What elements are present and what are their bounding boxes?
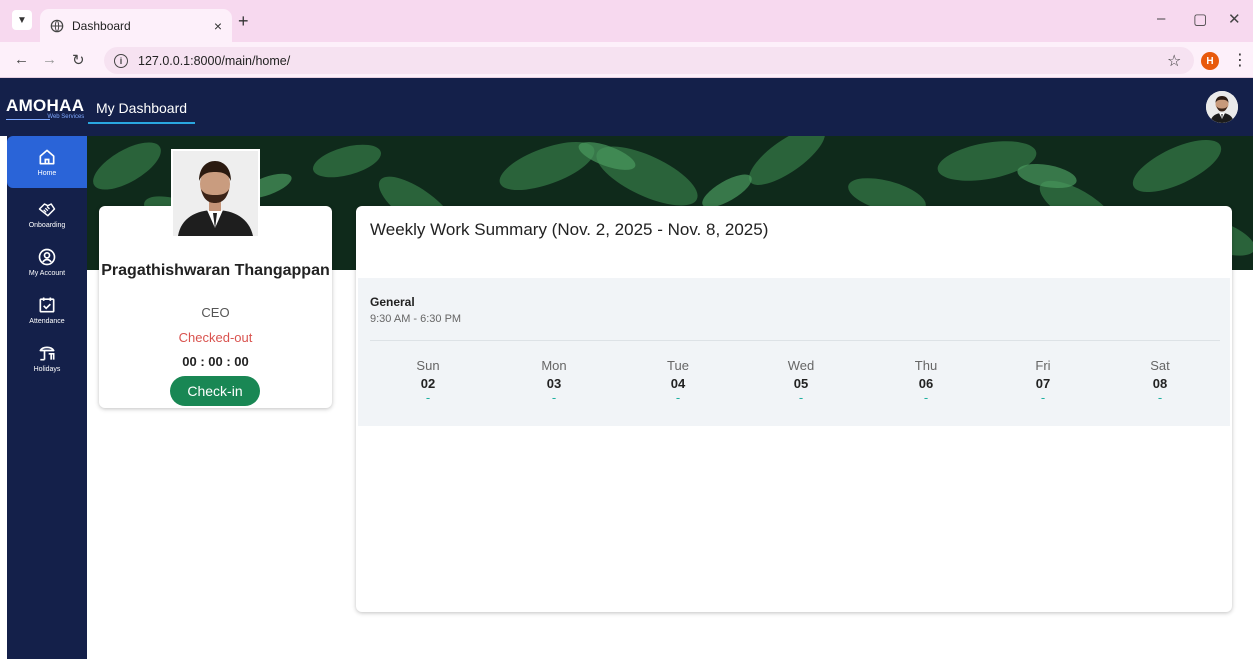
checkin-status: Checked-out (178, 330, 253, 345)
reload-icon[interactable]: ↻ (72, 51, 85, 69)
shift-name: General (370, 295, 415, 309)
day-column-sat: Sat 08 - (1130, 358, 1190, 405)
site-info-icon[interactable]: i (114, 53, 128, 68)
day-date: 05 (793, 376, 809, 391)
day-date: 02 (420, 376, 436, 391)
url-text: 127.0.0.1:8000/main/home/ (138, 53, 291, 68)
day-hours: - (675, 390, 681, 405)
bookmark-star-icon[interactable]: ☆ (1167, 51, 1181, 71)
globe-icon (50, 19, 64, 32)
close-window-icon[interactable]: ✕ (1228, 10, 1241, 28)
tab-close-icon[interactable]: × (214, 18, 222, 34)
day-column-fri: Fri 07 - (1013, 358, 1073, 405)
sidebar-item-label: Home (37, 170, 57, 177)
new-tab-button[interactable]: + (238, 11, 249, 32)
sidebar-item-label: Attendance (29, 318, 65, 325)
divider (370, 340, 1220, 341)
back-icon[interactable]: ← (14, 51, 29, 68)
sidebar-item-attendance[interactable]: Attendance (7, 284, 87, 336)
profile-portrait-icon (173, 151, 258, 236)
brand-underline (6, 119, 50, 120)
app-header: AMOHAA Web Services My Dashboard (0, 78, 1253, 136)
day-column-wed: Wed 05 - (771, 358, 831, 405)
day-hours: - (425, 390, 431, 405)
day-name: Sun (416, 358, 440, 373)
account-icon (38, 248, 56, 266)
brand-name: AMOHAA (6, 96, 85, 115)
day-hours: - (551, 390, 557, 405)
day-hours: - (798, 390, 804, 405)
day-column-mon: Mon 03 - (524, 358, 584, 405)
sidebar: Home Onboarding My Account Attendance Ho… (7, 136, 87, 659)
day-name: Wed (787, 358, 815, 373)
calendar-check-icon (39, 297, 55, 313)
browser-address-bar: ← → ↻ i 127.0.0.1:8000/main/home/ ☆ H ⋮ (0, 42, 1253, 78)
tab-search-dropdown-icon[interactable]: ▼ (12, 10, 32, 30)
day-name: Mon (541, 358, 567, 373)
beach-icon (39, 346, 55, 361)
forward-icon[interactable]: → (42, 51, 57, 68)
day-name: Fri (1035, 358, 1051, 373)
sidebar-item-home[interactable]: Home (7, 136, 87, 188)
day-column-thu: Thu 06 - (896, 358, 956, 405)
sidebar-item-label: My Account (28, 270, 66, 277)
day-name: Thu (914, 358, 938, 373)
sidebar-item-label: Onboarding (28, 222, 66, 229)
day-date: 04 (670, 376, 686, 391)
browser-menu-icon[interactable]: ⋮ (1232, 50, 1248, 70)
day-date: 07 (1035, 376, 1051, 391)
weekly-summary-title: Weekly Work Summary (Nov. 2, 2025 - Nov.… (370, 220, 769, 239)
day-hours: - (1157, 390, 1163, 405)
day-name: Sat (1150, 358, 1170, 373)
shift-time: 9:30 AM - 6:30 PM (370, 313, 462, 325)
brand-logo[interactable]: AMOHAA Web Services (6, 96, 84, 120)
sidebar-item-label: Holidays (33, 366, 61, 373)
day-name: Tue (667, 358, 689, 373)
sidebar-item-onboarding[interactable]: Onboarding (7, 188, 87, 240)
profile-photo (171, 149, 260, 238)
day-date: 06 (918, 376, 934, 391)
user-avatar[interactable] (1206, 91, 1238, 123)
tab-title: Dashboard (72, 18, 131, 33)
restore-icon[interactable]: ▢ (1193, 10, 1207, 28)
browser-tab[interactable]: Dashboard × (40, 9, 232, 42)
day-date: 08 (1152, 376, 1168, 391)
day-column-sun: Sun 02 - (398, 358, 458, 405)
day-column-tue: Tue 04 - (648, 358, 708, 405)
user-photo-icon (1206, 91, 1238, 123)
url-input[interactable]: i 127.0.0.1:8000/main/home/ (104, 47, 1194, 74)
handshake-icon (38, 203, 56, 217)
profile-name: Pragathishwaran Thangappan (101, 262, 330, 279)
sidebar-item-my-account[interactable]: My Account (7, 236, 87, 288)
home-icon (39, 149, 55, 165)
nav-my-dashboard[interactable]: My Dashboard (88, 94, 196, 124)
browser-profile-avatar[interactable]: H (1201, 52, 1219, 70)
day-date: 03 (546, 376, 562, 391)
check-in-button[interactable]: Check-in (170, 376, 260, 406)
sidebar-item-holidays[interactable]: Holidays (7, 332, 87, 384)
minimize-icon[interactable]: – (1157, 10, 1165, 27)
day-hours: - (923, 390, 929, 405)
browser-tab-bar: ▼ Dashboard × + – ▢ ✕ (0, 0, 1253, 42)
day-hours: - (1040, 390, 1046, 405)
profile-role: CEO (201, 305, 230, 320)
work-timer: 00 : 00 : 00 (182, 354, 249, 369)
